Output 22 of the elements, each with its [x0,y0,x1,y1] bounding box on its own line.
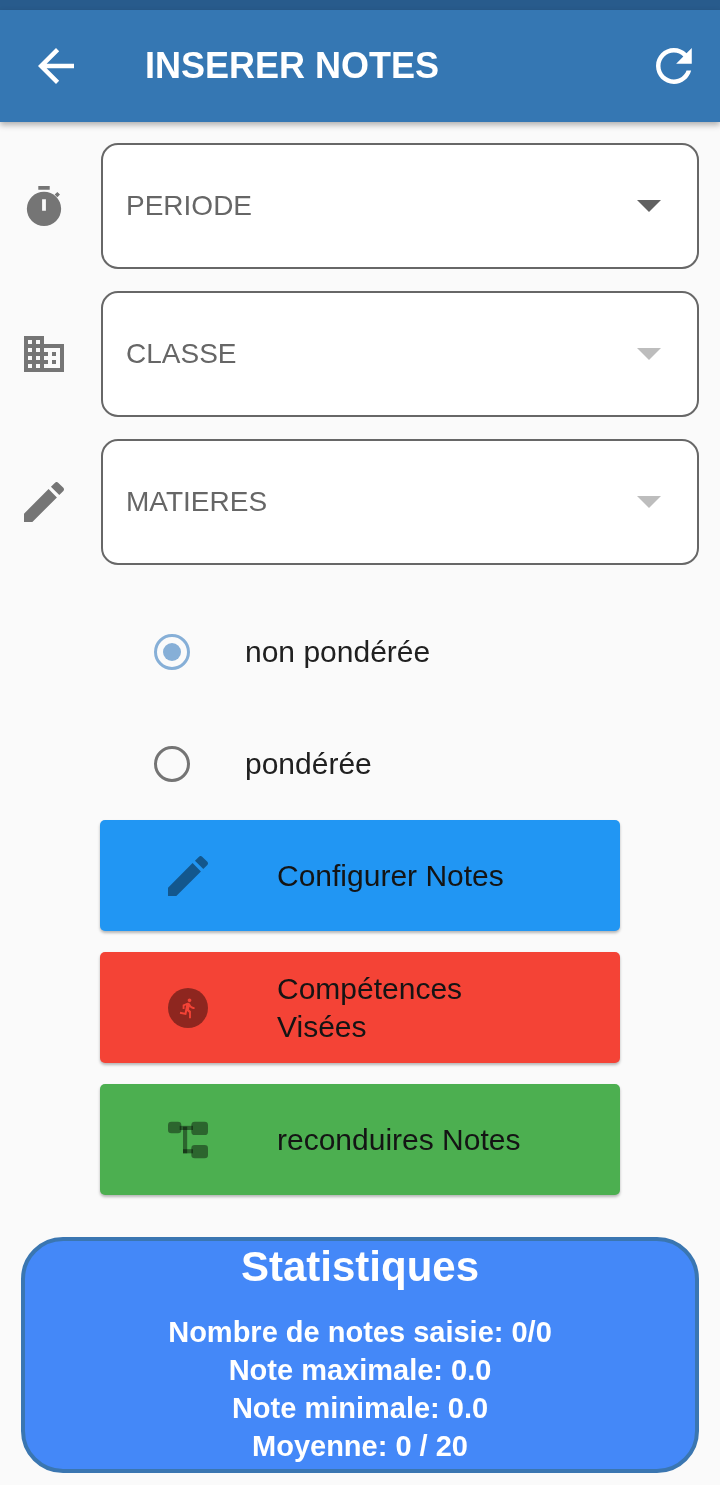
statistics-line: Note minimale: 0.0 [231,1391,489,1426]
radio-label[interactable]: pondérée [245,747,372,781]
running-person-icon [168,987,208,1028]
action-button[interactable]: Compétences Visées [100,952,620,1063]
back-icon[interactable] [38,48,74,84]
radio-label[interactable]: non pondérée [245,635,431,669]
action-button[interactable]: reconduires Notes [100,1084,620,1195]
pencil-icon [168,855,208,896]
stopwatch-icon [24,186,64,226]
statistics-line: Nombre de notes saisie: 0/0 [168,1315,552,1350]
radio-button[interactable] [154,746,190,782]
page-title: INSERER NOTES [145,44,440,88]
refresh-icon[interactable] [656,48,692,84]
dropdown-field[interactable]: PERIODE [101,143,699,269]
statistics-line: Note maximale: 0.0 [228,1353,492,1388]
statistics-title: Statistiques [240,1242,480,1292]
statistics-line: Moyenne: 0 / 20 [252,1429,468,1464]
radio-button[interactable] [154,634,190,670]
pencil-icon [24,482,64,522]
building-icon [24,334,64,374]
tree-diagram-icon [168,1119,208,1160]
action-button[interactable]: Configurer Notes [100,820,620,931]
